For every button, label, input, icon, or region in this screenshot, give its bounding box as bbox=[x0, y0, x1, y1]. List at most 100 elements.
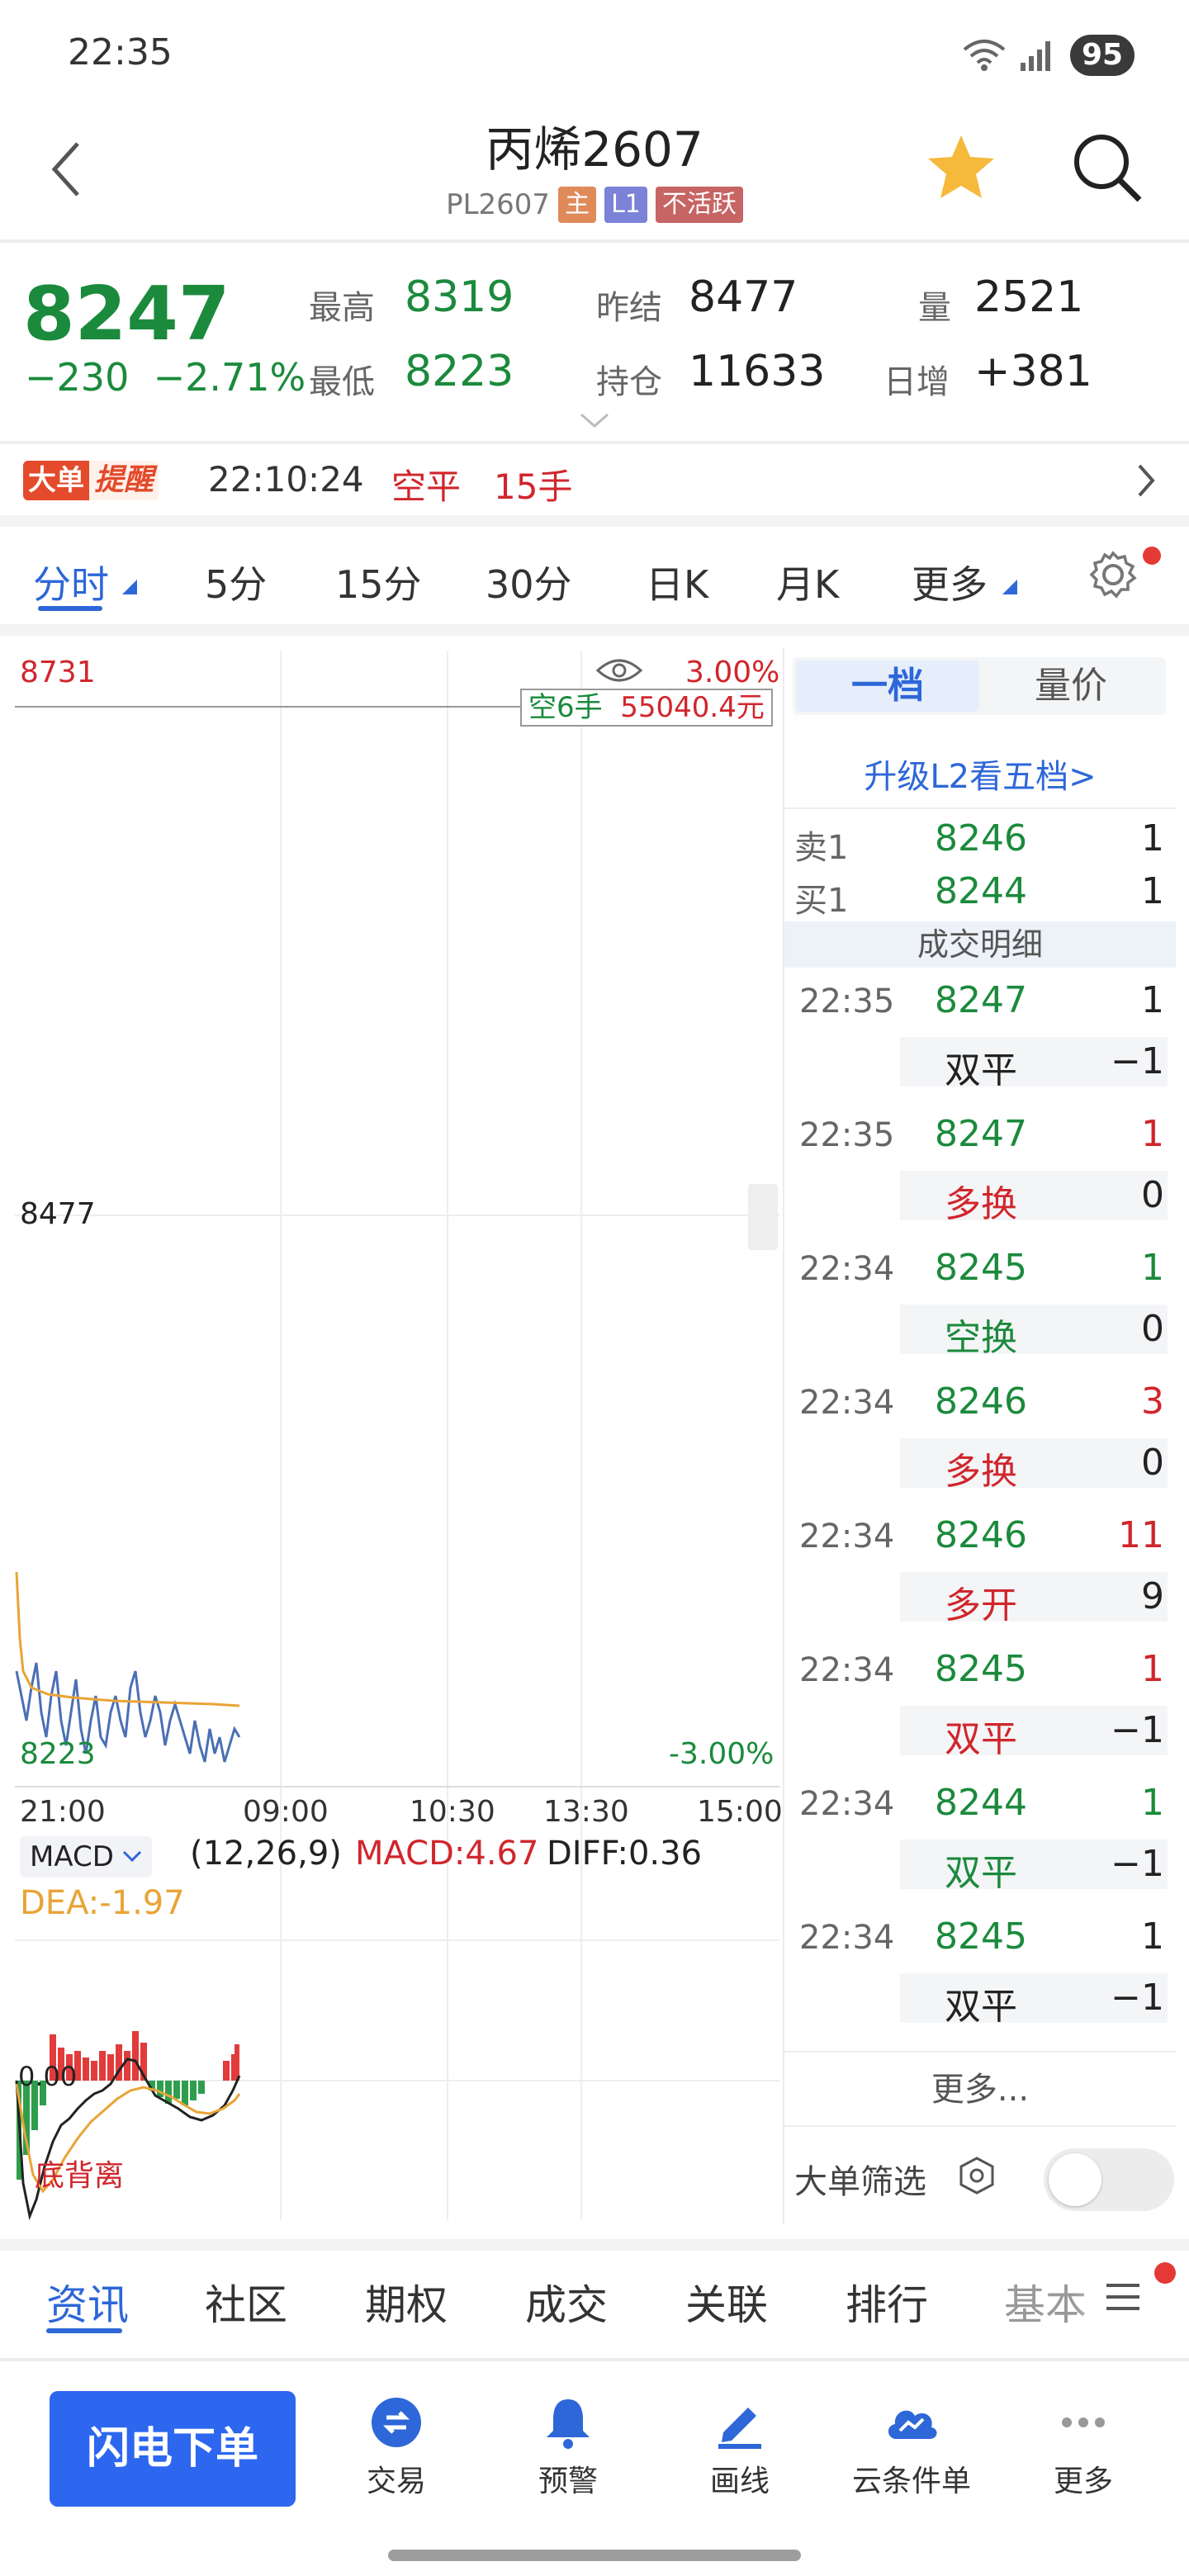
tab-trades[interactable]: 成交 bbox=[525, 2272, 608, 2332]
more-dots-icon bbox=[1062, 2417, 1105, 2427]
tabs-divider bbox=[0, 624, 1189, 636]
tab-intraday[interactable]: 分时 bbox=[33, 555, 109, 609]
tab-options[interactable]: 期权 bbox=[365, 2272, 448, 2332]
trade-item-5: 22:34 8245 1 双平 −1 bbox=[784, 1643, 1176, 1777]
big-order-toggle[interactable] bbox=[1044, 2148, 1174, 2211]
tool-trade-label: 交易 bbox=[366, 2465, 426, 2498]
tab-related[interactable]: 关联 bbox=[685, 2272, 768, 2332]
flash-order-button[interactable]: 闪电下单 bbox=[50, 2391, 296, 2507]
trade-time: 22:34 bbox=[799, 1250, 895, 1288]
open-interest-value: 11633 bbox=[689, 347, 826, 396]
trade-item-4: 22:34 8246 11 多开 9 bbox=[784, 1509, 1176, 1643]
big-order-alert-badge: 大单 提醒 bbox=[23, 461, 159, 500]
big-order-filter-label: 大单筛选 bbox=[794, 2163, 926, 2201]
menu-icon[interactable] bbox=[1103, 2280, 1143, 2313]
trade-qty: 1 bbox=[1141, 1915, 1164, 1958]
alert-badge-part-a: 大单 bbox=[23, 461, 89, 500]
alert-chevron-right-icon[interactable] bbox=[1136, 462, 1156, 499]
prev-settle-label: 昨结 bbox=[596, 289, 662, 327]
tab-30min[interactable]: 30分 bbox=[486, 555, 572, 609]
main-contract-tag: 主 bbox=[558, 187, 597, 223]
trade-type: 空换 bbox=[945, 1317, 1017, 1359]
star-icon[interactable] bbox=[925, 132, 997, 201]
indicator-select-value: MACD bbox=[30, 1840, 114, 1873]
tool-cloud-order[interactable]: 云条件单 bbox=[846, 2394, 978, 2500]
bottom-tab-underline bbox=[46, 2328, 122, 2333]
more-divider bbox=[784, 2125, 1176, 2127]
macd-value: MACD:4.67 bbox=[355, 1835, 539, 1873]
trade-price: 8245 bbox=[935, 1648, 1027, 1690]
tool-draw[interactable]: 画线 bbox=[674, 2394, 806, 2500]
time-axis-label-3: 13:30 bbox=[543, 1795, 629, 1829]
tab-news[interactable]: 资讯 bbox=[46, 2272, 129, 2332]
tab-daily-k[interactable]: 日K bbox=[646, 555, 708, 609]
tool-draw-label: 画线 bbox=[709, 2465, 770, 2498]
eye-icon[interactable] bbox=[594, 656, 644, 685]
high-value: 8319 bbox=[405, 272, 514, 322]
home-indicator[interactable] bbox=[388, 2550, 801, 2561]
trade-price: 8246 bbox=[935, 1514, 1027, 1556]
bid-label: 买1 bbox=[794, 882, 849, 920]
chart-top-price: 8731 bbox=[20, 656, 96, 689]
price-change: −230 −2.71% bbox=[25, 355, 306, 400]
tab-community[interactable]: 社区 bbox=[205, 2272, 287, 2332]
trade-qty: 1 bbox=[1141, 979, 1164, 1021]
tab-volume-price[interactable]: 量价 bbox=[979, 661, 1163, 712]
tab-5min[interactable]: 5分 bbox=[205, 555, 267, 609]
bottom-tabs-divider bbox=[0, 2239, 1189, 2251]
settings-gear-icon[interactable] bbox=[1087, 548, 1139, 601]
chart-mid-price: 8477 bbox=[20, 1197, 96, 1231]
trade-qty: 3 bbox=[1141, 1380, 1164, 1423]
change-percent: −2.71% bbox=[153, 355, 306, 400]
trade-item-0: 22:35 8247 1 双平 −1 bbox=[784, 974, 1176, 1108]
time-axis-label-4: 15:00 bbox=[697, 1795, 783, 1829]
tool-trade[interactable]: 交易 bbox=[330, 2394, 462, 2500]
alert-type: 空平 bbox=[391, 466, 462, 507]
tool-more[interactable]: 更多 bbox=[1017, 2394, 1149, 2500]
search-icon[interactable] bbox=[1070, 130, 1144, 205]
tab-ranking[interactable]: 排行 bbox=[846, 2272, 928, 2332]
tooltip-amount: 55040.4元 bbox=[620, 691, 765, 724]
tab-more[interactable]: 更多 bbox=[912, 555, 988, 609]
chart-low-price: 8223 bbox=[20, 1737, 96, 1771]
chart-expand-handle[interactable] bbox=[748, 1184, 778, 1250]
low-value: 8223 bbox=[405, 347, 514, 396]
tooltip-direction: 空6手 bbox=[528, 691, 603, 724]
trade-time: 22:34 bbox=[799, 1919, 895, 1957]
daily-change-label: 日增 bbox=[883, 363, 950, 401]
trade-oi: −1 bbox=[1111, 1709, 1164, 1751]
intraday-dropdown-icon[interactable] bbox=[121, 578, 139, 596]
tool-alert[interactable]: 预警 bbox=[502, 2394, 634, 2500]
volume-value: 2521 bbox=[974, 272, 1084, 322]
menu-notification-dot bbox=[1154, 2262, 1176, 2284]
intraday-chart[interactable]: 8731 3.00% 空6手 55040.4元 8477 8223 -3.00%… bbox=[15, 647, 783, 2224]
bottom-bar-divider bbox=[0, 2358, 1189, 2361]
low-label: 最低 bbox=[309, 363, 375, 401]
diff-value: DIFF:0.36 bbox=[547, 1835, 703, 1873]
tab-level1[interactable]: 一档 bbox=[796, 661, 979, 712]
cloud-icon bbox=[888, 2410, 937, 2439]
trade-price: 8247 bbox=[935, 1113, 1027, 1155]
macd-zero-label: 0.00 bbox=[18, 2061, 78, 2092]
expand-chevron-icon[interactable] bbox=[578, 411, 611, 431]
trade-type: 多换 bbox=[945, 1451, 1017, 1493]
status-time: 22:35 bbox=[68, 31, 173, 73]
filter-settings-icon[interactable] bbox=[956, 2155, 997, 2196]
indicator-select[interactable]: MACD bbox=[20, 1836, 152, 1878]
trade-price: 8246 bbox=[935, 1380, 1027, 1423]
more-dropdown-icon[interactable] bbox=[1001, 578, 1019, 596]
pen-icon bbox=[718, 2408, 761, 2449]
upgrade-l2-link[interactable]: 升级L2看五档> bbox=[784, 750, 1176, 798]
tab-underline bbox=[38, 606, 102, 611]
trade-icon bbox=[372, 2398, 421, 2447]
prev-settle-value: 8477 bbox=[689, 272, 798, 322]
contract-subtitle: PL2607 主 L1 不活跃 bbox=[0, 187, 1189, 223]
tab-15min[interactable]: 15分 bbox=[335, 555, 422, 609]
trade-time: 22:34 bbox=[799, 1651, 895, 1689]
contract-code: PL2607 bbox=[446, 188, 551, 221]
alert-divider bbox=[0, 515, 1189, 527]
trades-more-link[interactable]: 更多... bbox=[784, 2062, 1176, 2110]
tab-monthly-k[interactable]: 月K bbox=[776, 555, 839, 609]
ask-qty: 1 bbox=[1141, 817, 1164, 859]
trade-time: 22:34 bbox=[799, 1518, 895, 1556]
